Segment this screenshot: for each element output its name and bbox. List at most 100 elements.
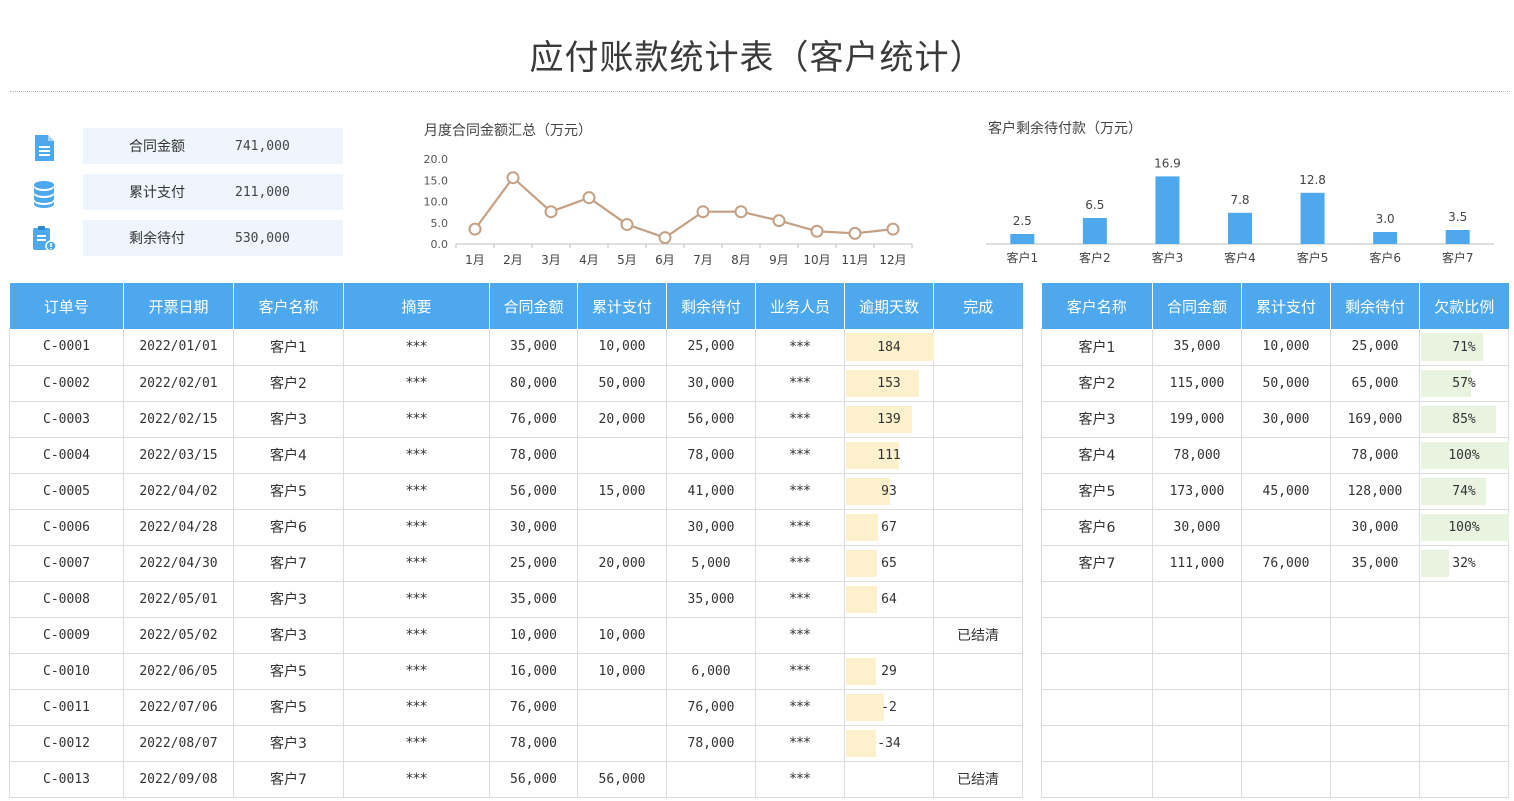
- summary-cell[interactable]: ***: [343, 725, 490, 762]
- done-status-cell[interactable]: [933, 365, 1023, 402]
- remaining-cell[interactable]: 56,000: [666, 401, 756, 438]
- customer-name-cell[interactable]: 客户3: [1041, 401, 1153, 438]
- remaining-cell[interactable]: 76,000: [666, 689, 756, 726]
- remaining-cell[interactable]: [666, 761, 756, 798]
- summary-cell[interactable]: ***: [343, 761, 490, 798]
- staff-cell[interactable]: ***: [755, 473, 845, 510]
- debt-ratio-cell[interactable]: 74%: [1419, 473, 1509, 510]
- order-id-cell[interactable]: C-0008: [9, 581, 124, 618]
- order-id-cell[interactable]: C-0007: [9, 545, 124, 582]
- done-status-cell[interactable]: [933, 545, 1023, 582]
- col-header-done[interactable]: 完成: [933, 283, 1023, 329]
- order-id-cell[interactable]: C-0012: [9, 725, 124, 762]
- amount-cell[interactable]: 80,000: [489, 365, 578, 402]
- overdue-cell[interactable]: -2: [844, 689, 934, 726]
- done-status-cell[interactable]: [933, 725, 1023, 762]
- table-row[interactable]: C-0003 2022/02/15 客户3 *** 76,000 20,000 56,000…: [9, 401, 1023, 438]
- paid-cell[interactable]: 15,000: [577, 473, 667, 510]
- paid-cell[interactable]: [577, 689, 667, 726]
- staff-cell[interactable]: ***: [755, 761, 845, 798]
- empty-cell[interactable]: [1152, 581, 1242, 618]
- staff-cell[interactable]: ***: [755, 617, 845, 654]
- empty-cell[interactable]: [1041, 761, 1153, 798]
- overdue-cell[interactable]: -34: [844, 725, 934, 762]
- table-row[interactable]: 客户4 78,000 78,000 100%: [1041, 437, 1509, 474]
- debt-ratio-cell[interactable]: 32%: [1419, 545, 1509, 582]
- customer-name-cell[interactable]: 客户5: [1041, 473, 1153, 510]
- empty-cell[interactable]: [1330, 689, 1420, 726]
- done-status-cell[interactable]: [933, 473, 1023, 510]
- invoice-date-cell[interactable]: 2022/09/08: [123, 761, 234, 798]
- table-row[interactable]: 客户7 111,000 76,000 35,000 32%: [1041, 545, 1509, 582]
- amount-cell[interactable]: 56,000: [489, 761, 578, 798]
- table-row[interactable]: C-0005 2022/04/02 客户5 *** 56,000 15,000 41,000…: [9, 473, 1023, 510]
- amount-cell[interactable]: 35,000: [489, 581, 578, 618]
- overdue-cell[interactable]: 184: [844, 329, 934, 366]
- empty-table-row[interactable]: [1041, 653, 1509, 690]
- done-status-cell[interactable]: [933, 509, 1023, 546]
- contract-amount-cell[interactable]: 173,000: [1152, 473, 1242, 510]
- col-header-total-paid[interactable]: 累计支付: [1241, 283, 1331, 329]
- col-header-staff[interactable]: 业务人员: [755, 283, 845, 329]
- empty-cell[interactable]: [1419, 761, 1509, 798]
- table-row[interactable]: C-0004 2022/03/15 客户4 *** 78,000 78,000 *** 111: [9, 437, 1023, 474]
- empty-cell[interactable]: [1419, 689, 1509, 726]
- contract-amount-cell[interactable]: 35,000: [1152, 329, 1242, 366]
- paid-cell[interactable]: 20,000: [577, 545, 667, 582]
- table-row[interactable]: C-0010 2022/06/05 客户5 *** 16,000 10,000 6,000 *…: [9, 653, 1023, 690]
- col-header-invoice-date[interactable]: 开票日期: [123, 283, 234, 329]
- col-header-order-id[interactable]: 订单号: [9, 283, 124, 329]
- total-paid-cell[interactable]: 45,000: [1241, 473, 1331, 510]
- invoice-date-cell[interactable]: 2022/01/01: [123, 329, 234, 366]
- done-status-cell[interactable]: [933, 653, 1023, 690]
- overdue-cell[interactable]: 67: [844, 509, 934, 546]
- staff-cell[interactable]: ***: [755, 509, 845, 546]
- debt-ratio-cell[interactable]: 85%: [1419, 401, 1509, 438]
- overdue-cell[interactable]: 111: [844, 437, 934, 474]
- empty-cell[interactable]: [1152, 725, 1242, 762]
- paid-cell[interactable]: [577, 509, 667, 546]
- empty-cell[interactable]: [1041, 653, 1153, 690]
- invoice-date-cell[interactable]: 2022/02/01: [123, 365, 234, 402]
- remaining-due-cell[interactable]: 78,000: [1330, 437, 1420, 474]
- summary-cell[interactable]: ***: [343, 473, 490, 510]
- total-paid-cell[interactable]: [1241, 509, 1331, 546]
- order-id-cell[interactable]: C-0005: [9, 473, 124, 510]
- remaining-due-cell[interactable]: 128,000: [1330, 473, 1420, 510]
- empty-table-row[interactable]: [1041, 689, 1509, 726]
- amount-cell[interactable]: 25,000: [489, 545, 578, 582]
- table-row[interactable]: C-0008 2022/05/01 客户3 *** 35,000 35,000 *** 64: [9, 581, 1023, 618]
- done-status-cell[interactable]: [933, 437, 1023, 474]
- table-row[interactable]: 客户5 173,000 45,000 128,000 74%: [1041, 473, 1509, 510]
- summary-cell[interactable]: ***: [343, 401, 490, 438]
- empty-cell[interactable]: [1241, 689, 1331, 726]
- invoice-date-cell[interactable]: 2022/03/15: [123, 437, 234, 474]
- paid-cell[interactable]: [577, 581, 667, 618]
- amount-cell[interactable]: 76,000: [489, 689, 578, 726]
- col-header-remaining[interactable]: 剩余待付: [666, 283, 756, 329]
- order-id-cell[interactable]: C-0002: [9, 365, 124, 402]
- empty-cell[interactable]: [1041, 617, 1153, 654]
- staff-cell[interactable]: ***: [755, 689, 845, 726]
- empty-table-row[interactable]: [1041, 725, 1509, 762]
- empty-cell[interactable]: [1041, 581, 1153, 618]
- empty-cell[interactable]: [1330, 653, 1420, 690]
- customer-cell[interactable]: 客户5: [233, 653, 344, 690]
- order-id-cell[interactable]: C-0004: [9, 437, 124, 474]
- debt-ratio-cell[interactable]: 100%: [1419, 509, 1509, 546]
- customer-cell[interactable]: 客户3: [233, 401, 344, 438]
- table-row[interactable]: 客户6 30,000 30,000 100%: [1041, 509, 1509, 546]
- customer-cell[interactable]: 客户6: [233, 509, 344, 546]
- debt-ratio-cell[interactable]: 100%: [1419, 437, 1509, 474]
- paid-cell[interactable]: 50,000: [577, 365, 667, 402]
- remaining-cell[interactable]: 30,000: [666, 365, 756, 402]
- invoice-date-cell[interactable]: 2022/05/02: [123, 617, 234, 654]
- done-status-cell[interactable]: [933, 581, 1023, 618]
- col-header-customer[interactable]: 客户名称: [233, 283, 344, 329]
- amount-cell[interactable]: 16,000: [489, 653, 578, 690]
- invoice-date-cell[interactable]: 2022/07/06: [123, 689, 234, 726]
- summary-cell[interactable]: ***: [343, 329, 490, 366]
- empty-cell[interactable]: [1241, 653, 1331, 690]
- done-status-cell[interactable]: 已结清: [933, 617, 1023, 654]
- paid-cell[interactable]: [577, 437, 667, 474]
